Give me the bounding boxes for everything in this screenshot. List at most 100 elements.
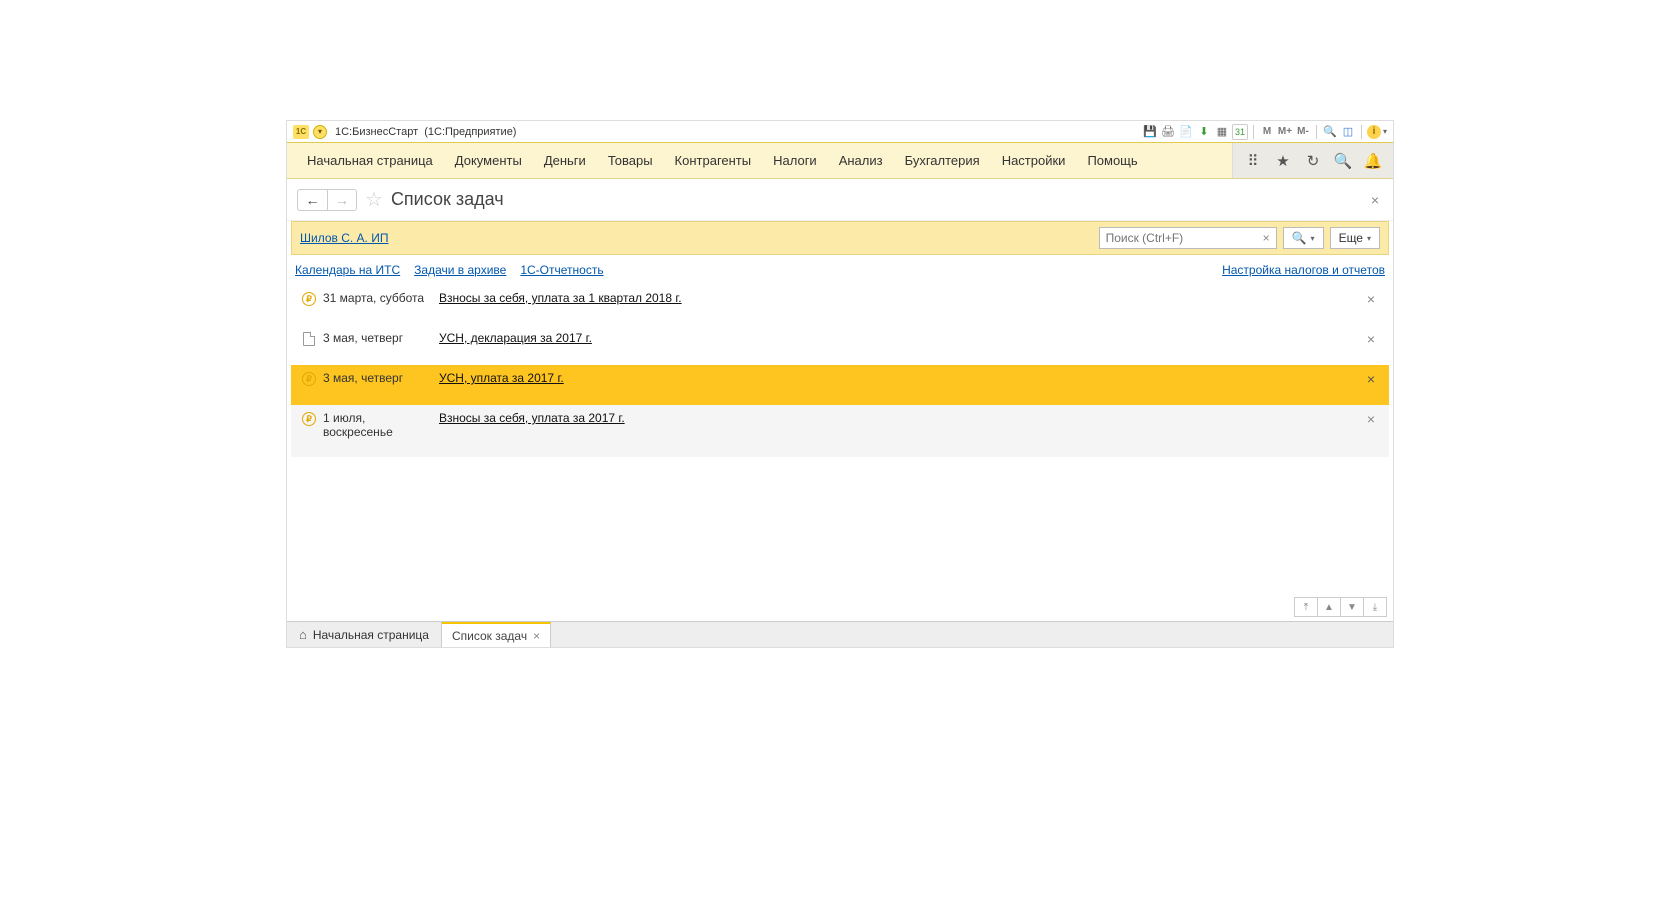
ruble-icon: ₽ [302,412,316,426]
link-archive-tasks[interactable]: Задачи в архиве [414,263,506,277]
task-date: 1 июля, воскресенье [319,411,439,439]
list-scroll-buttons: ⤒ ▲ ▼ ⤓ [287,593,1393,621]
memory-mplus-button[interactable]: M+ [1277,124,1293,140]
sub-links-left: Календарь на ИТС Задачи в архиве 1С-Отче… [295,263,604,277]
task-date: 31 марта, суббота [319,291,439,305]
task-link[interactable]: Взносы за себя, уплата за 2017 г. [439,411,625,425]
magnifier-icon: 🔍 [1292,231,1307,245]
tab-home[interactable]: ⌂ Начальная страница [287,622,442,647]
task-dismiss-button[interactable]: × [1359,291,1383,307]
filter-bar: Шилов С. А. ИП × 🔍 ▾ Еще ▾ [291,221,1389,255]
memory-m-button[interactable]: M [1259,124,1275,140]
main-menu: Начальная страница Документы Деньги Това… [287,143,1393,179]
table-icon[interactable]: ▦ [1214,124,1230,140]
menu-analysis[interactable]: Анализ [829,145,893,176]
print-icon[interactable]: 🖨 [1160,124,1176,140]
page-header: ← → ☆ Список задач × [287,179,1393,221]
home-icon: ⌂ [299,627,307,642]
menu-start-page[interactable]: Начальная страница [297,145,443,176]
title-bar: 1C ▾ 1С:БизнесСтарт (1С:Предприятие) 💾 🖨… [287,121,1393,143]
search-clear-button[interactable]: × [1257,227,1277,249]
task-description: Взносы за себя, уплата за 1 квартал 2018… [439,291,1359,305]
zoom-icon[interactable]: 🔍 [1322,124,1338,140]
task-dismiss-button[interactable]: × [1359,331,1383,347]
panels-icon[interactable]: ◫ [1340,124,1356,140]
menu-documents[interactable]: Документы [445,145,532,176]
page-title: Список задач [391,189,504,210]
menu-settings[interactable]: Настройки [992,145,1076,176]
chevron-down-icon: ▾ [1367,234,1371,243]
link-1c-reporting[interactable]: 1С-Отчетность [520,263,603,277]
save-icon[interactable]: 💾 [1142,124,1158,140]
history-icon[interactable]: ↻ [1299,147,1327,175]
task-row[interactable]: ₽1 июля, воскресеньеВзносы за себя, упла… [291,405,1389,457]
separator-icon [1361,125,1362,139]
app-dropdown-button[interactable]: ▾ [313,125,327,139]
app-name: 1С:БизнесСтарт [335,126,418,138]
task-link[interactable]: УСН, уплата за 2017 г. [439,371,564,385]
tab-active-label: Список задач [452,629,527,643]
link-tax-settings[interactable]: Настройка налогов и отчетов [1222,263,1385,277]
compare-icon[interactable]: 📄 [1178,124,1194,140]
scroll-up-button[interactable]: ▲ [1317,597,1341,617]
scroll-top-button[interactable]: ⤒ [1294,597,1318,617]
ruble-icon: ₽ [302,292,316,306]
link-calendar-its[interactable]: Календарь на ИТС [295,263,400,277]
page-close-button[interactable]: × [1367,192,1383,208]
task-description: УСН, уплата за 2017 г. [439,371,1359,385]
menu-help[interactable]: Помощь [1077,145,1147,176]
ruble-icon: ₽ [299,411,319,426]
task-row[interactable]: ₽31 марта, субботаВзносы за себя, уплата… [291,285,1389,325]
main-menu-items: Начальная страница Документы Деньги Това… [287,145,1148,176]
app-title: 1С:БизнесСтарт (1С:Предприятие) [335,126,516,138]
info-icon[interactable]: i [1367,125,1381,139]
platform-name: (1С:Предприятие) [424,126,516,138]
nav-back-button[interactable]: ← [297,189,327,211]
task-dismiss-button[interactable]: × [1359,371,1383,387]
nav-buttons: ← → [297,189,357,211]
separator-icon [1253,125,1254,139]
filter-bar-right: × 🔍 ▾ Еще ▾ [1099,227,1380,249]
search-button[interactable]: 🔍 ▾ [1283,227,1324,249]
task-dismiss-button[interactable]: × [1359,411,1383,427]
download-icon[interactable]: ⬇ [1196,124,1212,140]
bottom-tabs: ⌂ Начальная страница Список задач × [287,621,1393,647]
task-date: 3 мая, четверг [319,371,439,385]
nav-forward-button[interactable]: → [327,189,357,211]
task-row[interactable]: ₽3 мая, четвергУСН, уплата за 2017 г. × [291,365,1389,405]
search-wrap: × [1099,227,1277,249]
task-list: ₽31 марта, субботаВзносы за себя, уплата… [287,285,1393,593]
organization-link[interactable]: Шилов С. А. ИП [300,231,388,245]
tab-close-button[interactable]: × [533,629,540,643]
task-description: Взносы за себя, уплата за 2017 г. [439,411,1359,425]
chevron-down-icon[interactable]: ▾ [1383,127,1387,136]
notifications-bell-icon[interactable]: 🔔 [1359,147,1387,175]
task-link[interactable]: УСН, декларация за 2017 г. [439,331,592,345]
more-label: Еще [1339,231,1363,245]
favorites-star-icon[interactable]: ★ [1269,147,1297,175]
menu-taxes[interactable]: Налоги [763,145,827,176]
calendar-icon[interactable]: 31 [1232,124,1248,140]
menu-money[interactable]: Деньги [534,145,596,176]
chevron-down-icon: ▾ [1311,234,1315,243]
title-bar-left: 1C ▾ 1С:БизнесСтарт (1С:Предприятие) [293,125,516,139]
menu-goods[interactable]: Товары [598,145,663,176]
menu-accounting[interactable]: Бухгалтерия [895,145,990,176]
ruble-icon: ₽ [299,371,319,386]
search-input[interactable] [1099,227,1257,249]
more-button[interactable]: Еще ▾ [1330,227,1380,249]
document-icon [299,331,319,346]
menu-counterparties[interactable]: Контрагенты [665,145,762,176]
task-date: 3 мая, четверг [319,331,439,345]
scroll-down-button[interactable]: ▼ [1340,597,1364,617]
memory-mminus-button[interactable]: M- [1295,124,1311,140]
favorite-star-icon[interactable]: ☆ [365,187,383,212]
tab-task-list[interactable]: Список задач × [442,622,551,647]
task-link[interactable]: Взносы за себя, уплата за 1 квартал 2018… [439,291,682,305]
separator-icon [1316,125,1317,139]
task-row[interactable]: 3 мая, четвергУСН, декларация за 2017 г.… [291,325,1389,365]
app-window: 1C ▾ 1С:БизнесСтарт (1С:Предприятие) 💾 🖨… [286,120,1394,648]
apps-grid-icon[interactable]: ⠿ [1239,147,1267,175]
scroll-bottom-button[interactable]: ⤓ [1363,597,1387,617]
search-icon[interactable]: 🔍 [1329,147,1357,175]
